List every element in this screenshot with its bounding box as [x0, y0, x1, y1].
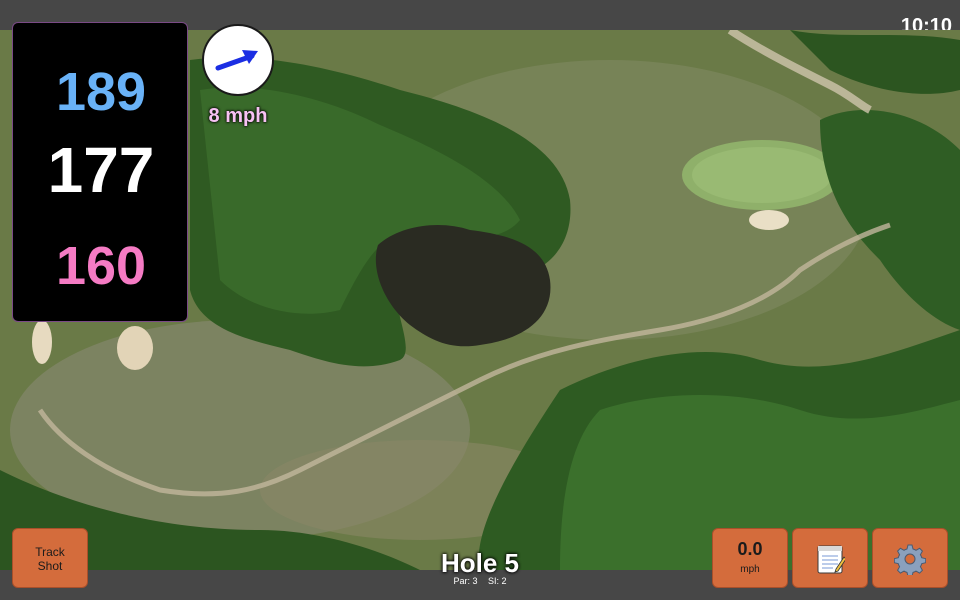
wind-indicator	[202, 24, 274, 96]
gear-icon	[894, 544, 926, 575]
speed-value: 0.0	[737, 539, 763, 559]
track-shot-label-line2: Shot	[37, 559, 63, 573]
track-shot-button[interactable]: Track Shot	[12, 528, 88, 588]
distance-panel: 189 177 160	[12, 22, 188, 322]
wind-direction-arrow-icon	[215, 50, 258, 71]
wind-speed: 8 mph	[208, 105, 268, 127]
settings-button[interactable]	[872, 528, 948, 588]
hole-stroke-index: SI: 2	[488, 576, 507, 586]
speed-unit: mph	[740, 564, 760, 575]
track-shot-label-line1: Track	[35, 545, 65, 559]
back-distance: 189	[55, 62, 147, 122]
hole-title: Hole 5	[440, 548, 520, 578]
speed-button[interactable]: 0.0 mph	[712, 528, 788, 588]
middle-distance: 177	[47, 134, 155, 206]
notepad-icon	[817, 545, 845, 574]
front-distance: 160	[55, 236, 147, 296]
hole-par: Par: 3	[453, 576, 478, 586]
notes-button[interactable]	[792, 528, 868, 588]
hole-meta: Par: 3 SI: 2	[380, 576, 580, 586]
